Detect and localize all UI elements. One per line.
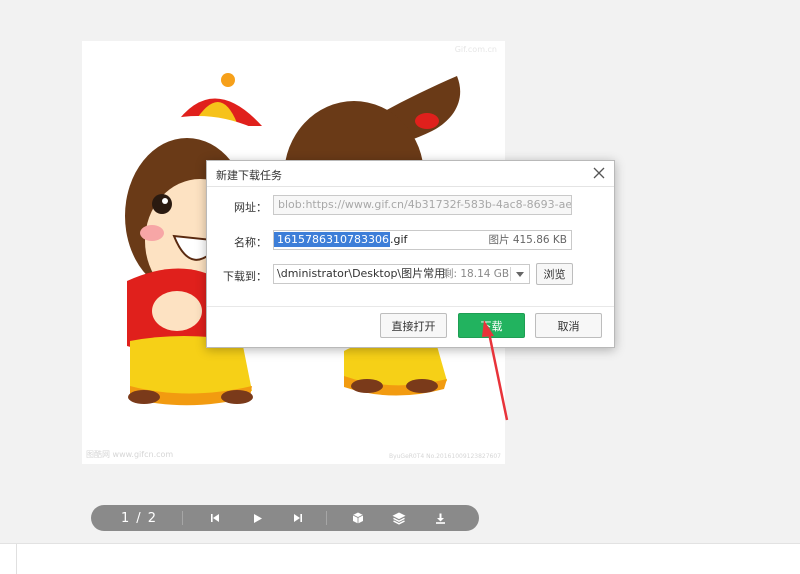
file-name-selection: 1615786310783306 [274,232,390,247]
3d-view-button[interactable] [345,505,371,531]
layers-icon [392,512,406,525]
close-button[interactable] [590,164,608,182]
play-button[interactable] [244,505,270,531]
save-path-value: \dministrator\Desktop\图片常用 [277,267,446,280]
new-download-dialog: 新建下载任务 网址： blob:https://www.gif.cn/4b317… [206,160,615,348]
first-page-button[interactable] [202,505,228,531]
chevron-down-icon[interactable] [516,272,524,277]
toolbar-divider [326,511,327,525]
bottom-bar [0,543,800,574]
cube-icon [352,512,364,524]
url-value: blob:https://www.gif.cn/4b31732f-583b-4a… [278,198,572,211]
first-page-icon [211,514,219,522]
watermark-bottom-left: 图酷网 www.gifcn.com [86,450,174,459]
dropdown-divider [510,267,511,281]
name-label: 名称： [234,236,267,249]
play-icon [253,513,262,523]
download-icon [435,513,445,524]
url-field[interactable]: blob:https://www.gif.cn/4b31732f-583b-4a… [273,195,572,215]
download-button[interactable]: 下载 [458,313,525,338]
url-label: 网址： [234,201,267,214]
last-page-button[interactable] [285,505,311,531]
close-icon [593,167,605,179]
free-space-label: 剩: 18.14 GB [443,268,510,280]
dialog-header: 新建下载任务 [207,161,614,187]
viewer-toolbar: 1 / 2 [91,505,479,531]
file-size-info: 图片 415.86 KB [488,234,567,246]
file-name-input[interactable]: 1615786310783306.gif 图片 415.86 KB [273,230,572,250]
download-image-button[interactable] [427,505,453,531]
bottom-bar-tab [0,544,17,574]
layers-button[interactable] [386,505,412,531]
save-path-dropdown[interactable]: \dministrator\Desktop\图片常用 剩: 18.14 GB [273,264,530,284]
watermark-top: Gif.com.cn [454,45,497,54]
last-page-icon [294,514,302,522]
dialog-title: 新建下载任务 [216,169,282,182]
save-path-label: 下载到： [223,270,267,283]
page-indicator: 1 / 2 [113,505,165,531]
watermark-bottom-right: ByuGeR0T4 No.20161009123827607 [388,453,501,460]
open-directly-button[interactable]: 直接打开 [380,313,447,338]
cancel-button[interactable]: 取消 [535,313,602,338]
toolbar-divider [182,511,183,525]
page-separator: / [136,510,142,526]
dialog-divider [207,306,614,307]
total-pages: 2 [147,510,157,526]
current-page: 1 [121,510,131,526]
file-extension: .gif [389,233,408,246]
browse-button[interactable]: 浏览 [536,263,573,285]
